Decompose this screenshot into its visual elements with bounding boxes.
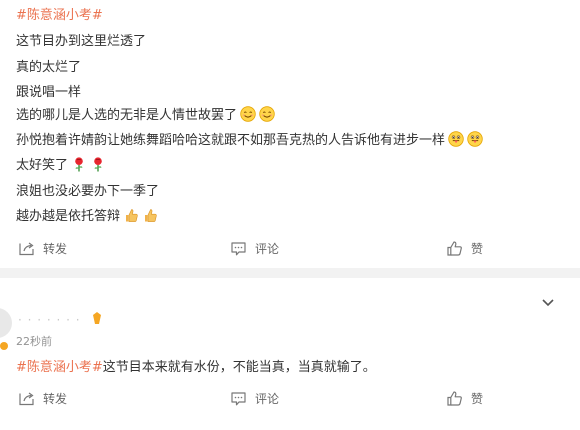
comment-button[interactable]: 评论: [230, 240, 279, 257]
avatar[interactable]: [0, 308, 12, 338]
comment-icon: [231, 242, 246, 256]
repost-button[interactable]: 转发: [18, 240, 67, 257]
post-text-line: 浪姐也没必要办下一季了: [16, 184, 160, 199]
weibo-post-card: · · · · · · · 22秒前 #陈意涵小考# 这节目本来就有水份，不能当…: [0, 278, 580, 430]
topic-hashtag-link[interactable]: #陈意涵小考#: [16, 356, 103, 375]
post-time: 22秒前: [16, 335, 52, 348]
weibo-post-card: #陈意涵小考# 这节目办到这里烂透了 真的太烂了 跟说唱一样 选的哪儿是人选的无…: [0, 0, 580, 262]
username[interactable]: · · · · · · ·: [18, 313, 81, 327]
post-text-line: 孙悦抱着许婧韵让她练舞蹈哈哈这就跟不如那吾克热的人告诉他有进步一样: [16, 129, 483, 148]
post-text-line: 太好笑了: [16, 154, 106, 173]
thumbs-up-icon: [144, 208, 157, 222]
card-divider: [0, 268, 580, 278]
tongue-emoji-icon: [448, 130, 464, 147]
like-icon: [447, 391, 462, 406]
post-text-line: #陈意涵小考# 这节目本来就有水份，不能当真，当真就输了。: [16, 356, 376, 375]
post-text-line: 跟说唱一样: [16, 85, 82, 100]
like-button[interactable]: 赞: [446, 390, 483, 407]
vip-badge-icon: [0, 342, 8, 350]
like-icon: [447, 241, 462, 256]
post-action-bar: 转发 评论 赞: [0, 390, 580, 420]
repost-icon: [19, 242, 34, 256]
chevron-down-icon[interactable]: [540, 296, 556, 308]
post-text-line: 真的太烂了: [16, 60, 82, 75]
repost-icon: [19, 392, 34, 406]
post-text-line: 选的哪儿是人选的无非是人情世故罢了: [16, 104, 275, 123]
smile-emoji-icon: [259, 105, 275, 122]
repost-button[interactable]: 转发: [18, 390, 67, 407]
post-text-line: 这节目办到这里烂透了: [16, 34, 147, 49]
tongue-emoji-icon: [467, 130, 483, 147]
verified-badge-icon: [93, 312, 101, 324]
rose-icon: [93, 156, 103, 172]
topic-hashtag-link[interactable]: #陈意涵小考#: [16, 4, 103, 23]
like-button[interactable]: 赞: [446, 240, 483, 257]
rose-icon: [74, 156, 84, 172]
post-text-line: 越办越是依托答辩: [16, 205, 158, 224]
smile-emoji-icon: [240, 105, 256, 122]
comment-icon: [231, 392, 246, 406]
post-action-bar: 转发 评论 赞: [0, 240, 580, 270]
comment-button[interactable]: 评论: [230, 390, 279, 407]
thumbs-up-icon: [125, 208, 138, 222]
